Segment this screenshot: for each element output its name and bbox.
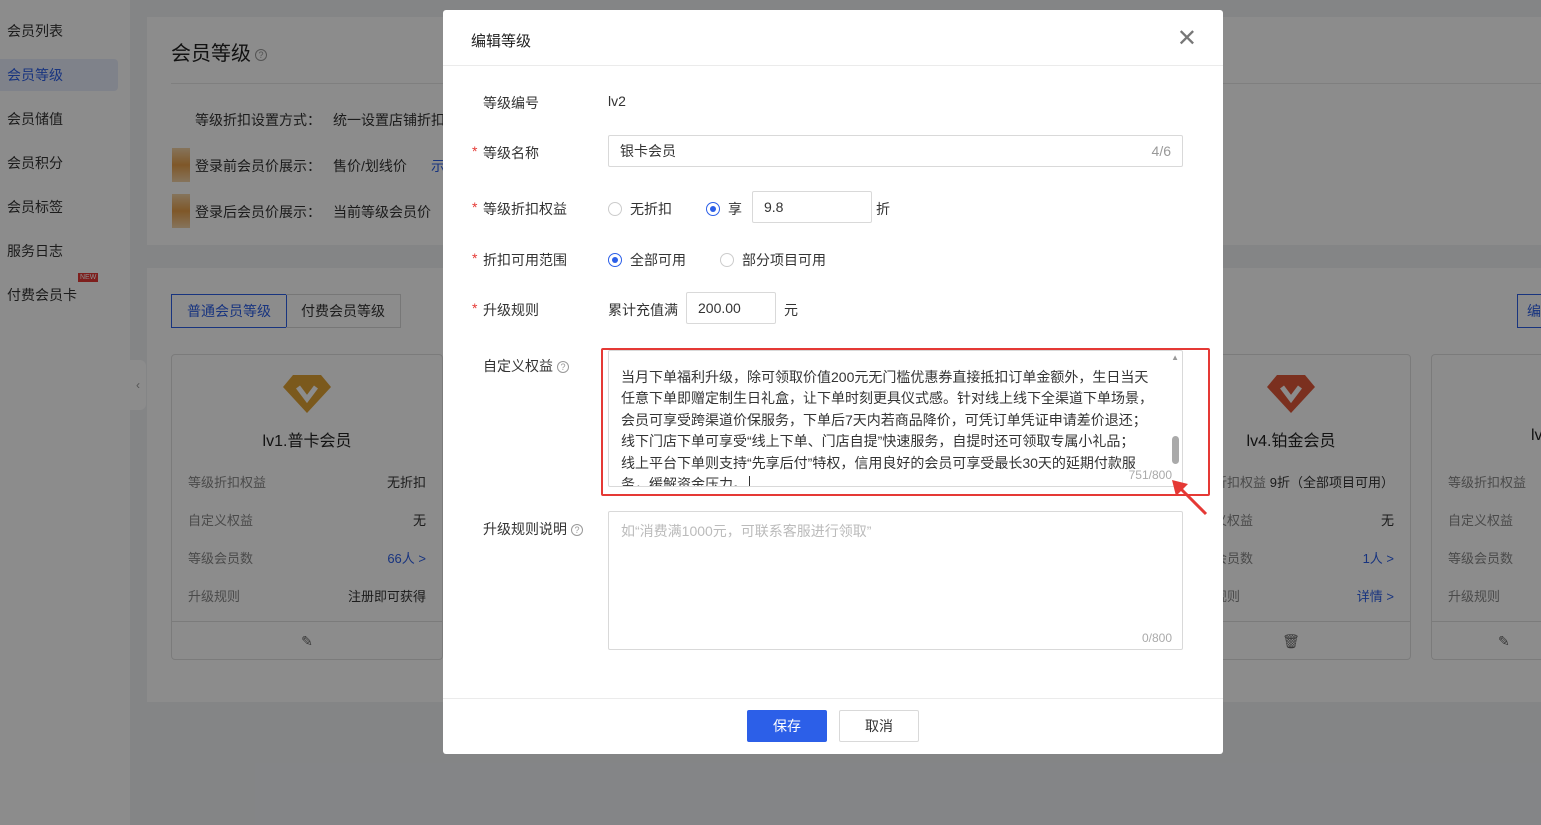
upgrade-amount-input[interactable]: 200.00 [686,292,776,324]
char-counter: 4/6 [1151,143,1171,159]
discount-unit: 折 [876,201,890,217]
upgrade-prefix: 累计充值满 [608,302,678,318]
custom-benefit-label: 自定义权益? [483,356,569,376]
rule-desc-textarea[interactable]: 如“消费满1000元，可联系客服进行领取” 0/800 [608,511,1183,650]
char-counter: 0/800 [1141,631,1172,645]
annotation-highlight-box [601,348,1210,496]
level-name-input[interactable]: 银卡会员 4/6 [608,135,1183,167]
save-button[interactable]: 保存 [747,710,827,742]
level-no-value: lv2 [608,93,626,109]
radio-partial-available[interactable]: 部分项目可用 [720,250,826,270]
upgrade-unit: 元 [784,302,798,318]
upgrade-rule-label: * 升级规则 [472,300,539,318]
level-no-label: 等级编号 [483,95,539,111]
rule-desc-placeholder: 如“消费满1000元，可联系客服进行领取” [621,523,872,539]
radio-no-discount[interactable]: 无折扣 [608,199,672,219]
dialog-title: 编辑等级 [443,10,1223,66]
discount-input[interactable]: 9.8 [752,191,872,223]
scope-label: * 折扣可用范围 [472,250,567,268]
help-icon[interactable]: ? [571,524,583,537]
level-name-label: * 等级名称 [472,143,539,161]
annotation-arrow-icon [1172,480,1208,516]
cancel-button[interactable]: 取消 [839,710,919,742]
radio-all-available[interactable]: 全部可用 [608,250,686,270]
help-icon[interactable]: ? [557,361,569,374]
radio-enjoy-discount[interactable]: 享 [706,199,742,219]
rule-desc-label: 升级规则说明? [483,519,583,539]
discount-label: * 等级折扣权益 [472,199,567,217]
close-icon[interactable]: ✕ [1177,24,1197,53]
